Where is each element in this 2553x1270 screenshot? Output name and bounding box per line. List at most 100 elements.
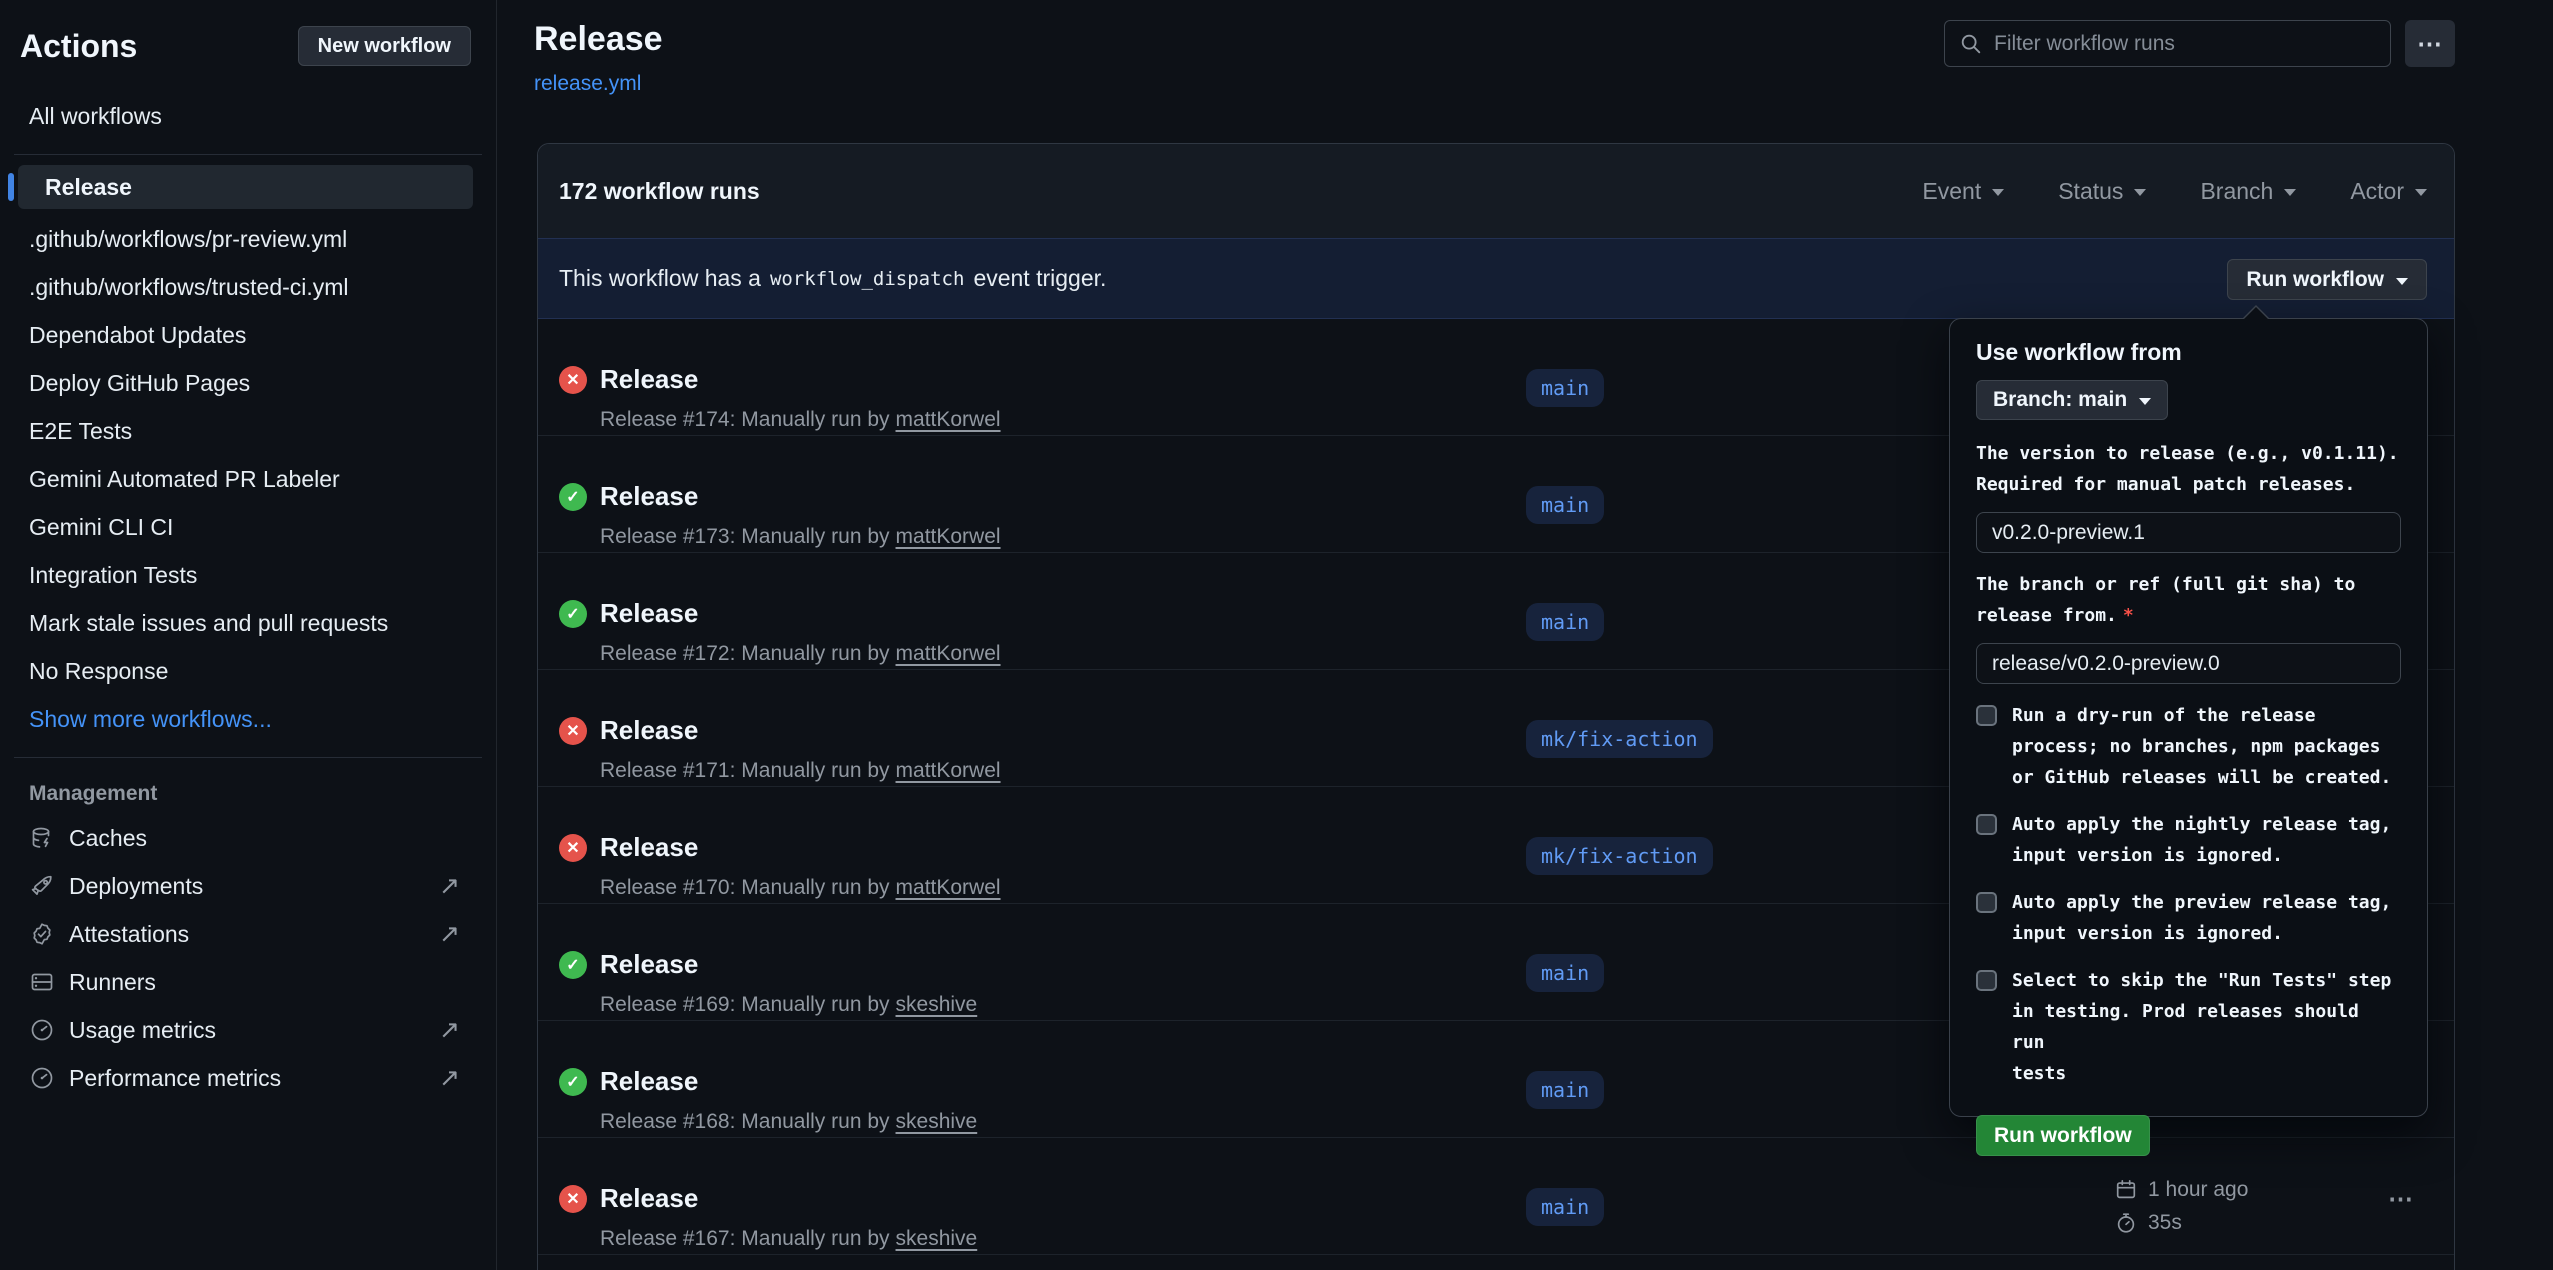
run-options-kebab-button[interactable]: ⋯ xyxy=(2388,1184,2414,1214)
checkbox-label: Auto apply the nightly release tag, inpu… xyxy=(2012,809,2391,871)
sidebar-workflow-item[interactable]: .github/workflows/pr-review.yml xyxy=(0,215,496,263)
chevron-down-icon xyxy=(2284,189,2296,196)
branch-badge[interactable]: main xyxy=(1526,1188,1604,1226)
run-description: Release #172: Manually run bymattKorwel xyxy=(600,642,1001,666)
checkbox[interactable] xyxy=(1976,970,1997,991)
sidebar-workflow-list: .github/workflows/pr-review.yml .github/… xyxy=(0,215,496,695)
runs-filter-dropdown[interactable]: Status xyxy=(2058,178,2146,205)
run-actor-link[interactable]: skeshive xyxy=(896,1227,978,1250)
run-title-link[interactable]: Release xyxy=(600,949,698,979)
sidebar-workflow-item[interactable]: Mark stale issues and pull requests xyxy=(0,599,496,647)
sidebar-workflow-item[interactable]: Dependabot Updates xyxy=(0,311,496,359)
runs-filter-dropdown[interactable]: Branch xyxy=(2200,178,2296,205)
run-actor-link[interactable]: mattKorwel xyxy=(896,759,1001,782)
workflow-input-checkbox-row[interactable]: Select to skip the "Run Tests" step in t… xyxy=(1976,965,2401,1089)
branch-badge[interactable]: main xyxy=(1526,603,1604,641)
run-workflow-dropdown-button[interactable]: Run workflow xyxy=(2227,259,2427,300)
sidebar-management-item[interactable]: Deployments ↗ xyxy=(0,862,496,910)
checkbox[interactable] xyxy=(1976,892,1997,913)
run-title-link[interactable]: Release xyxy=(600,1066,698,1096)
version-input-description: The version to release (e.g., v0.1.11). … xyxy=(1976,438,2401,500)
run-description: Release #168: Manually run byskeshive xyxy=(600,1110,977,1134)
run-status-icon xyxy=(559,717,587,745)
run-actor-link[interactable]: mattKorwel xyxy=(896,408,1001,431)
run-actor-link[interactable]: mattKorwel xyxy=(896,876,1001,899)
run-actor-link[interactable]: mattKorwel xyxy=(896,525,1001,548)
checkbox[interactable] xyxy=(1976,814,1997,835)
sidebar-management-item[interactable]: Caches xyxy=(0,814,496,862)
required-asterisk: * xyxy=(2123,605,2134,626)
version-input[interactable] xyxy=(1976,512,2401,553)
sidebar-management-item[interactable]: Runners xyxy=(0,958,496,1006)
run-status-icon xyxy=(559,1068,587,1096)
meter-icon xyxy=(29,1065,55,1091)
run-actor-link[interactable]: skeshive xyxy=(896,993,978,1016)
chevron-down-icon xyxy=(2396,278,2408,285)
sidebar-item-all-workflows[interactable]: All workflows xyxy=(0,96,496,136)
run-description: Release #173: Manually run bymattKorwel xyxy=(600,525,1001,549)
runs-panel-header: 172 workflow runs Event Status Branch xyxy=(538,144,2454,238)
meter-icon xyxy=(29,1017,55,1043)
checkbox-label: Run a dry-run of the release process; no… xyxy=(2012,700,2391,793)
sidebar-management-item[interactable]: Attestations ↗ xyxy=(0,910,496,958)
checkbox[interactable] xyxy=(1976,705,1997,726)
ref-input[interactable] xyxy=(1976,643,2401,684)
page-title: Release xyxy=(534,20,663,59)
sidebar-selected-label: Release xyxy=(18,165,473,209)
run-meta: 1 hour ago 35s xyxy=(2114,1177,2248,1243)
workflow-file-link[interactable]: release.yml xyxy=(534,72,641,96)
run-title-link[interactable]: Release xyxy=(600,715,698,745)
chevron-down-icon xyxy=(1992,189,2004,196)
run-title-link[interactable]: Release xyxy=(600,832,698,862)
workflow-options-kebab-button[interactable]: ⋯ xyxy=(2405,20,2455,67)
runs-filter-dropdown[interactable]: Actor xyxy=(2350,178,2427,205)
run-actor-link[interactable]: mattKorwel xyxy=(896,642,1001,665)
sidebar-workflow-item[interactable]: .github/workflows/trusted-ci.yml xyxy=(0,263,496,311)
run-actor-link[interactable]: skeshive xyxy=(896,1110,978,1133)
sidebar-workflow-item[interactable]: E2E Tests xyxy=(0,407,496,455)
chevron-down-icon xyxy=(2134,189,2146,196)
management-item-label: Attestations xyxy=(69,921,189,948)
sidebar-workflow-item[interactable]: Integration Tests xyxy=(0,551,496,599)
branch-badge[interactable]: main xyxy=(1526,369,1604,407)
filter-workflow-runs-input[interactable] xyxy=(1994,32,2376,56)
sidebar-management-item[interactable]: Performance metrics ↗ xyxy=(0,1054,496,1102)
sidebar-workflow-item[interactable]: Gemini CLI CI xyxy=(0,503,496,551)
workflow-input-checkbox-row[interactable]: Run a dry-run of the release process; no… xyxy=(1976,700,2401,793)
sidebar-divider xyxy=(14,154,482,155)
management-item-label: Usage metrics xyxy=(69,1017,216,1044)
sidebar-workflow-item[interactable]: No Response xyxy=(0,647,496,695)
sidebar-workflow-item[interactable]: Deploy GitHub Pages xyxy=(0,359,496,407)
branch-badge[interactable]: main xyxy=(1526,486,1604,524)
branch-selector-dropdown[interactable]: Branch: main xyxy=(1976,380,2168,420)
show-more-workflows-link[interactable]: Show more workflows... xyxy=(0,695,496,743)
chevron-down-icon xyxy=(2415,189,2427,196)
branch-badge[interactable]: main xyxy=(1526,1071,1604,1109)
search-icon xyxy=(1959,32,1983,56)
run-description: Release #170: Manually run bymattKorwel xyxy=(600,876,1001,900)
banner-event-code: workflow_dispatch xyxy=(770,268,964,290)
runs-filter-dropdown[interactable]: Event xyxy=(1922,178,2004,205)
popup-title: Use workflow from xyxy=(1976,339,2401,366)
run-title-link[interactable]: Release xyxy=(600,481,698,511)
sidebar-workflow-item[interactable]: Gemini Automated PR Labeler xyxy=(0,455,496,503)
run-description: Release #167: Manually run byskeshive xyxy=(600,1227,977,1251)
filter-workflow-runs-box[interactable] xyxy=(1944,20,2391,67)
branch-badge[interactable]: main xyxy=(1526,954,1604,992)
run-title-link[interactable]: Release xyxy=(600,598,698,628)
branch-badge[interactable]: mk/fix-action xyxy=(1526,837,1713,875)
run-workflow-submit-button[interactable]: Run workflow xyxy=(1976,1115,2150,1156)
calendar-icon xyxy=(2114,1178,2138,1202)
new-workflow-button[interactable]: New workflow xyxy=(298,26,471,66)
run-title-link[interactable]: Release xyxy=(600,364,698,394)
branch-badge[interactable]: mk/fix-action xyxy=(1526,720,1713,758)
sidebar-management-item[interactable]: Usage metrics ↗ xyxy=(0,1006,496,1054)
chevron-down-icon xyxy=(2139,398,2151,405)
workflow-input-checkbox-row[interactable]: Auto apply the preview release tag, inpu… xyxy=(1976,887,2401,949)
external-link-icon: ↗ xyxy=(439,874,460,899)
run-status-icon xyxy=(559,1185,587,1213)
workflow-input-checkbox-row[interactable]: Auto apply the nightly release tag, inpu… xyxy=(1976,809,2401,871)
sidebar-item-release-selected[interactable]: Release xyxy=(8,165,473,209)
run-description: Release #174: Manually run bymattKorwel xyxy=(600,408,1001,432)
run-title-link[interactable]: Release xyxy=(600,1183,698,1213)
